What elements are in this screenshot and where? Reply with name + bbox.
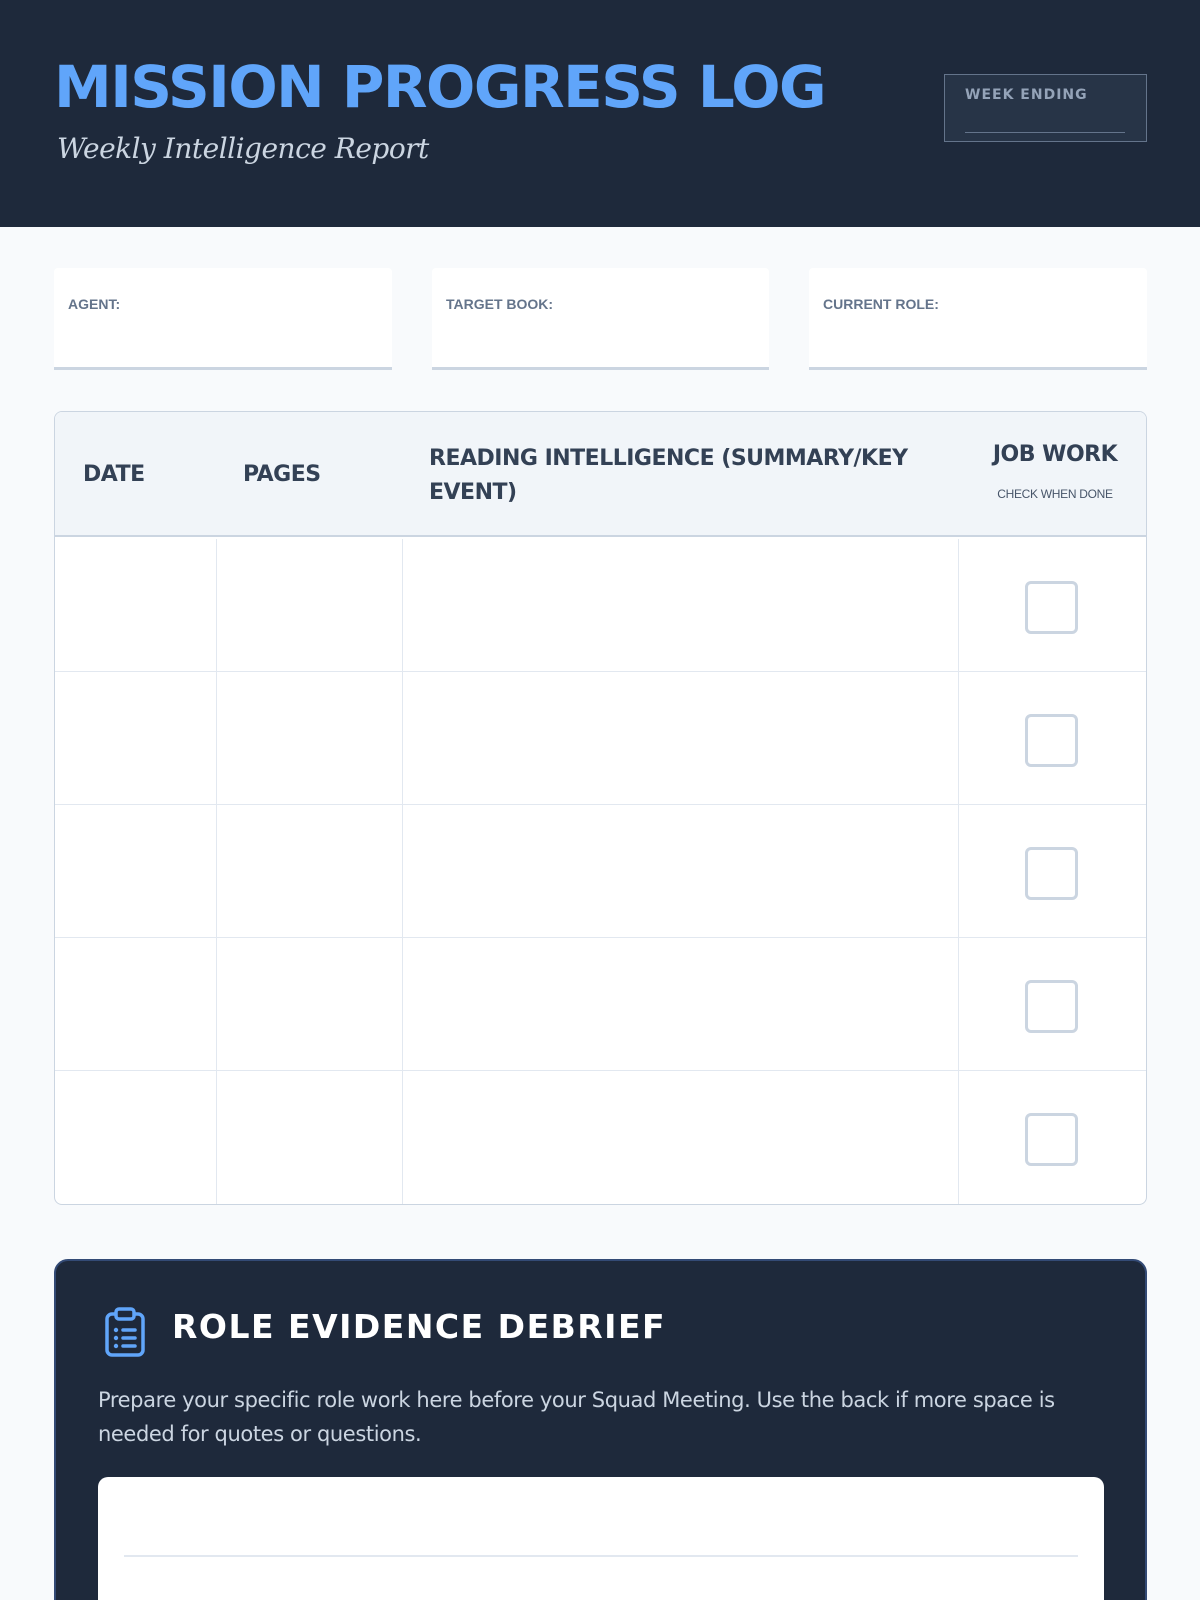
job-work-checkbox[interactable] [1025,581,1078,634]
table-row [55,805,1146,938]
pages-cell[interactable] [217,805,403,937]
page-header: MISSION PROGRESS LOG Weekly Intelligence… [0,0,1200,227]
target-book-field[interactable]: TARGET BOOK: [432,268,769,370]
progress-table: DATE PAGES READING INTELLIGENCE (SUMMARY… [54,411,1147,1205]
debrief-title: ROLE EVIDENCE DEBRIEF [172,1307,667,1346]
clipboard-list-icon [105,1307,145,1357]
column-header-date: DATE [83,462,145,487]
job-work-checkbox[interactable] [1025,714,1078,767]
reading-cell[interactable] [403,1071,959,1204]
week-ending-label: WEEK ENDING [965,87,1088,103]
pages-cell[interactable] [217,938,403,1070]
job-work-checkbox[interactable] [1025,980,1078,1033]
date-cell[interactable] [55,938,217,1070]
date-cell[interactable] [55,805,217,937]
table-header: DATE PAGES READING INTELLIGENCE (SUMMARY… [55,412,1146,537]
table-row [55,539,1146,672]
job-work-cell [959,672,1146,804]
table-row [55,938,1146,1071]
agent-field[interactable]: AGENT: [54,268,392,370]
current-role-field[interactable]: CURRENT ROLE: [809,268,1147,370]
table-row [55,1071,1146,1204]
role-evidence-debrief: ROLE EVIDENCE DEBRIEF Prepare your speci… [54,1259,1147,1600]
date-cell[interactable] [55,672,217,804]
job-work-cell [959,938,1146,1070]
column-header-reading: READING INTELLIGENCE (SUMMARY/KEY EVENT) [429,446,908,505]
current-role-label: CURRENT ROLE: [823,296,939,312]
reading-cell[interactable] [403,805,959,937]
job-work-cell [959,805,1146,937]
pages-cell[interactable] [217,539,403,671]
job-work-cell [959,1071,1146,1204]
column-header-pages: PAGES [243,462,321,487]
date-cell[interactable] [55,1071,217,1204]
page-subtitle: Weekly Intelligence Report [57,132,429,165]
reading-cell[interactable] [403,539,959,671]
pages-cell[interactable] [217,672,403,804]
debrief-writing-area[interactable] [98,1477,1104,1600]
target-book-label: TARGET BOOK: [446,296,554,312]
column-header-job-work: JOB WORK [992,442,1118,467]
agent-label: AGENT: [68,296,121,312]
column-header-job-work-note: CHECK WHEN DONE [997,487,1113,501]
reading-cell[interactable] [403,672,959,804]
job-work-cell [959,539,1146,671]
week-ending-field[interactable]: WEEK ENDING [944,74,1147,142]
table-row [55,672,1146,805]
debrief-instructions: Prepare your specific role work here bef… [98,1388,1055,1446]
writing-line [124,1555,1078,1557]
job-work-checkbox[interactable] [1025,847,1078,900]
reading-cell[interactable] [403,938,959,1070]
job-work-checkbox[interactable] [1025,1113,1078,1166]
date-cell[interactable] [55,539,217,671]
week-ending-line [965,132,1125,133]
page-title: MISSION PROGRESS LOG [54,53,827,121]
pages-cell[interactable] [217,1071,403,1204]
